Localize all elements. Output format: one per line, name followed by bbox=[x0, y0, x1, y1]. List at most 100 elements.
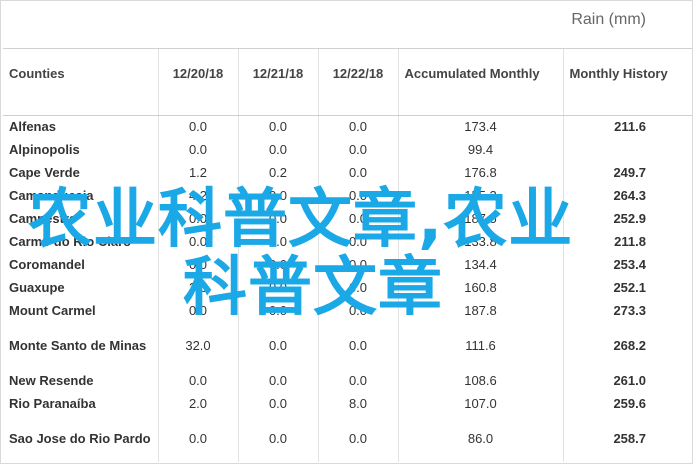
rain-day-2-cell: 0.0 bbox=[237, 276, 318, 299]
rain-day-3-cell: 0.0 bbox=[317, 161, 398, 184]
accumulated-cell: 107.0 bbox=[397, 392, 563, 415]
rain-day-1-cell: 0.0 bbox=[157, 415, 238, 462]
rain-day-2-cell: 0.0 bbox=[237, 115, 318, 138]
rain-day-2-cell: 0.0 bbox=[237, 369, 318, 392]
rain-day-2-cell: 0.0 bbox=[237, 138, 318, 161]
history-cell: 252.1 bbox=[562, 276, 692, 299]
rain-day-2-cell: 0.0 bbox=[237, 299, 318, 322]
header-history[interactable]: Monthly History bbox=[562, 49, 692, 116]
accumulated-cell: 108.6 bbox=[397, 369, 563, 392]
county-cell: Coromandel bbox=[9, 257, 85, 272]
header-date-2[interactable]: 12/21/18 bbox=[237, 49, 318, 116]
rain-day-2-cell: 0.0 bbox=[237, 184, 318, 207]
history-cell: 259.6 bbox=[562, 392, 692, 415]
county-cell: Camanducaia bbox=[9, 188, 94, 203]
county-cell: Alfenas bbox=[9, 119, 56, 135]
table-row: Rio Paranaíba 2.0 0.0 8.0 107.0 259.6 bbox=[3, 392, 692, 415]
rain-day-1-cell: 0.0 bbox=[157, 230, 238, 253]
rain-day-3-cell: 0.0 bbox=[317, 369, 398, 392]
table-row: Mount Carmel 0.0 0.0 0.0 187.8 273.3 bbox=[3, 299, 692, 322]
rain-day-1-cell: 3.6 bbox=[157, 276, 238, 299]
rain-day-1-cell: 0.0 bbox=[157, 253, 238, 276]
history-cell: 268.2 bbox=[562, 322, 692, 369]
history-cell: 252.9 bbox=[562, 207, 692, 230]
accumulated-cell: 133.8 bbox=[397, 230, 563, 253]
table-row: Alfenas 0.0 0.0 0.0 173.4 211.6 bbox=[3, 115, 692, 138]
table-row: Camanducaia 4.2 0.0 0.0 155.2 264.3 bbox=[3, 184, 692, 207]
rain-day-2-cell: 0.0 bbox=[237, 230, 318, 253]
county-cell: Alpinopolis bbox=[9, 142, 80, 157]
county-cell: Carmo do Rio Claro bbox=[9, 234, 132, 249]
accumulated-cell: 99.4 bbox=[397, 138, 563, 161]
accumulated-cell: 160.8 bbox=[397, 276, 563, 299]
header-row: Counties 12/20/18 12/21/18 12/22/18 Accu… bbox=[3, 49, 692, 116]
county-cell: New Resende bbox=[9, 373, 94, 388]
county-cell: Monte Santo de Minas bbox=[9, 338, 147, 353]
rain-day-1-cell: 0.0 bbox=[157, 115, 238, 138]
accumulated-cell: 86.0 bbox=[397, 415, 563, 462]
header-date-3[interactable]: 12/22/18 bbox=[317, 49, 398, 116]
rain-day-2-cell: 0.0 bbox=[237, 392, 318, 415]
rain-day-1-cell: 0.0 bbox=[157, 299, 238, 322]
accumulated-cell: 134.4 bbox=[397, 253, 563, 276]
rain-day-2-cell: 0.2 bbox=[237, 161, 318, 184]
table-frame: Rain (mm) Counties 12/20/18 12/21/18 12/… bbox=[0, 0, 693, 464]
county-cell: Sao Jose do Rio Pardo bbox=[9, 431, 151, 446]
rain-day-3-cell: 0.0 bbox=[317, 115, 398, 138]
rain-day-3-cell: 0.0 bbox=[317, 276, 398, 299]
history-cell: 258.7 bbox=[562, 415, 692, 462]
title-bar: Rain (mm) bbox=[3, 1, 692, 49]
history-cell: 273.3 bbox=[562, 299, 692, 322]
county-cell: Campestre bbox=[9, 211, 77, 226]
rain-table: Counties 12/20/18 12/21/18 12/22/18 Accu… bbox=[3, 49, 692, 462]
rain-day-2-cell: 0.0 bbox=[237, 253, 318, 276]
county-cell: Mount Carmel bbox=[9, 303, 96, 318]
accumulated-cell: 155.2 bbox=[397, 184, 563, 207]
history-cell: 211.6 bbox=[562, 115, 692, 138]
county-cell: Guaxupe bbox=[9, 280, 65, 295]
table-title: Rain (mm) bbox=[571, 11, 646, 28]
rain-day-1-cell: 1.2 bbox=[157, 161, 238, 184]
rain-day-3-cell: 8.0 bbox=[317, 392, 398, 415]
rain-day-1-cell: 32.0 bbox=[157, 322, 238, 369]
accumulated-cell: 111.6 bbox=[397, 322, 563, 369]
history-cell: 261.0 bbox=[562, 369, 692, 392]
table-row: Alpinopolis 0.0 0.0 0.0 99.4 bbox=[3, 138, 692, 161]
rain-day-2-cell: 0.0 bbox=[237, 415, 318, 462]
accumulated-cell: 173.4 bbox=[397, 115, 563, 138]
header-counties[interactable]: Counties bbox=[3, 49, 158, 116]
accumulated-cell: 187.5 bbox=[397, 207, 563, 230]
rain-day-1-cell: 4.2 bbox=[157, 184, 238, 207]
table-row: Carmo do Rio Claro 0.0 0.0 0.0 133.8 211.8 bbox=[3, 230, 692, 253]
county-cell: Cape Verde bbox=[9, 165, 80, 180]
table-row: Coromandel 0.0 0.0 0.0 134.4 253.4 bbox=[3, 253, 692, 276]
history-cell: 253.4 bbox=[562, 253, 692, 276]
rain-day-1-cell: 0.0 bbox=[157, 138, 238, 161]
history-cell: 249.7 bbox=[562, 161, 692, 184]
rain-day-3-cell: 0.0 bbox=[317, 184, 398, 207]
history-cell bbox=[562, 138, 692, 161]
history-cell: 264.3 bbox=[562, 184, 692, 207]
rain-day-1-cell: 0.0 bbox=[157, 207, 238, 230]
rain-day-3-cell: 0.0 bbox=[317, 322, 398, 369]
header-accumulated[interactable]: Accumulated Monthly bbox=[397, 49, 563, 116]
table-row: New Resende 0.0 0.0 0.0 108.6 261.0 bbox=[3, 369, 692, 392]
accumulated-cell: 187.8 bbox=[397, 299, 563, 322]
table-row: Campestre 0.0 0.0 0.0 187.5 252.9 bbox=[3, 207, 692, 230]
history-cell: 211.8 bbox=[562, 230, 692, 253]
header-date-1[interactable]: 12/20/18 bbox=[157, 49, 238, 116]
rain-day-2-cell: 0.0 bbox=[237, 207, 318, 230]
table-row: Cape Verde 1.2 0.2 0.0 176.8 249.7 bbox=[3, 161, 692, 184]
rain-day-3-cell: 0.0 bbox=[317, 207, 398, 230]
rain-day-3-cell: 0.0 bbox=[317, 230, 398, 253]
rain-day-3-cell: 0.0 bbox=[317, 415, 398, 462]
rain-day-1-cell: 0.0 bbox=[157, 369, 238, 392]
rain-day-3-cell: 0.0 bbox=[317, 253, 398, 276]
accumulated-cell: 176.8 bbox=[397, 161, 563, 184]
rain-day-3-cell: 0.0 bbox=[317, 299, 398, 322]
rain-day-1-cell: 2.0 bbox=[157, 392, 238, 415]
table-row: Guaxupe 3.6 0.0 0.0 160.8 252.1 bbox=[3, 276, 692, 299]
county-cell: Rio Paranaíba bbox=[9, 396, 96, 411]
table-row: Sao Jose do Rio Pardo 0.0 0.0 0.0 86.0 258.7 bbox=[3, 415, 692, 462]
table-row: Monte Santo de Minas 32.0 0.0 0.0 111.6 268.2 bbox=[3, 322, 692, 369]
